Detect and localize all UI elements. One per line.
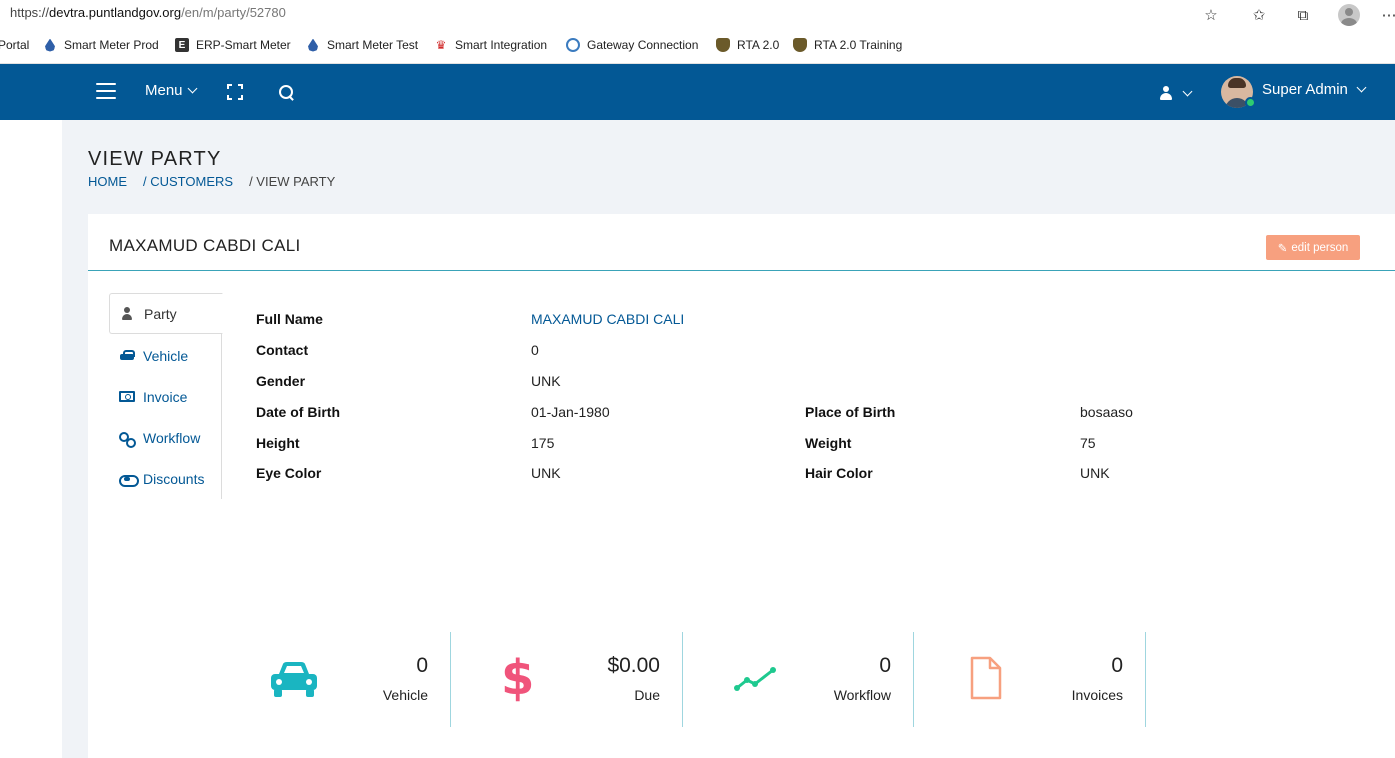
bookmark-smart-meter-prod[interactable]: Smart Meter Prod [43, 38, 159, 52]
bookmark-rta-2[interactable]: RTA 2.0 [716, 38, 779, 52]
car-icon [119, 349, 135, 363]
weight-value: 75 [1080, 435, 1096, 451]
menu-label: Menu [145, 82, 183, 99]
trend-icon [734, 667, 776, 691]
add-favorite-icon[interactable]: ☆ [1200, 4, 1222, 26]
bookmark-gateway-connection[interactable]: Gateway Connection [566, 38, 698, 52]
stat-due: $ $0.00 Due [451, 632, 683, 727]
gateway-icon [566, 38, 580, 52]
dollar-icon: $ [501, 650, 535, 706]
eye-color-label: Eye Color [256, 465, 322, 481]
pob-value: bosaaso [1080, 404, 1133, 420]
contact-value: 0 [531, 342, 539, 358]
hair-color-label: Hair Color [805, 465, 873, 481]
user-menu-button[interactable] [1160, 84, 1202, 102]
e-icon: E [175, 38, 189, 52]
contact-label: Contact [256, 342, 309, 358]
weight-label: Weight [805, 435, 852, 451]
height-label: Height [256, 435, 300, 451]
stat-invoices-value: 0 [1111, 654, 1123, 677]
stat-vehicle: 0 Vehicle [219, 632, 451, 727]
url-path: /en/m/party/52780 [181, 5, 286, 20]
gender-label: Gender [256, 373, 306, 389]
stat-workflow-label: Workflow [833, 687, 891, 703]
fullscreen-icon[interactable] [227, 84, 243, 100]
tab-discounts[interactable]: Discounts [109, 458, 222, 499]
eye-color-value: UNK [531, 465, 561, 481]
breadcrumb: HOME / CUSTOMERS / VIEW PARTY [88, 174, 335, 189]
bookmarks-bar: Portal Smart Meter Prod E ERP-Smart Mete… [0, 30, 1395, 64]
crest-icon [793, 38, 807, 52]
bookmark-smart-meter-test[interactable]: Smart Meter Test [306, 38, 418, 52]
browser-address-bar[interactable]: https://devtra.puntlandgov.org/en/m/part… [0, 0, 1395, 30]
drop-icon [43, 38, 57, 52]
tab-invoice[interactable]: Invoice [109, 376, 222, 417]
divider [88, 270, 1395, 271]
party-card: MAXAMUD CABDI CALI ✎ edit person Party V… [88, 214, 1395, 758]
search-icon[interactable] [279, 85, 294, 100]
bookmark-erp-smart-meter[interactable]: E ERP-Smart Meter [175, 38, 291, 52]
breadcrumb-customers[interactable]: / CUSTOMERS [143, 174, 233, 189]
chevron-down-icon [1356, 82, 1367, 93]
collections-icon[interactable]: ⧉ [1292, 4, 1314, 26]
stat-invoices-label: Invoices [1071, 687, 1123, 703]
url-text[interactable]: https://devtra.puntlandgov.org/en/m/part… [10, 5, 286, 20]
app-header: Menu Super Admin [0, 64, 1395, 120]
user-icon [120, 306, 136, 321]
bookmark-smart-integration[interactable]: ♛ Smart Integration [434, 38, 547, 52]
more-icon[interactable]: ⋯ [1378, 4, 1395, 26]
handshake-icon [119, 472, 139, 487]
main-content: VIEW PARTY HOME / CUSTOMERS / VIEW PARTY… [62, 120, 1395, 758]
stat-due-label: Due [634, 687, 660, 703]
pob-label: Place of Birth [805, 404, 896, 420]
favorites-icon[interactable]: ✩ [1248, 4, 1270, 26]
chevron-down-icon [187, 83, 197, 94]
full-name-value: MAXAMUD CABDI CALI [531, 311, 685, 327]
profile-icon[interactable] [1338, 4, 1360, 26]
party-tabs: Party Vehicle Invoice Workflow Discounts [109, 293, 223, 499]
url-scheme: https:// [10, 5, 50, 20]
tab-vehicle[interactable]: Vehicle [109, 335, 222, 376]
online-status-icon [1245, 97, 1256, 108]
edit-person-button[interactable]: ✎ edit person [1266, 235, 1360, 260]
car-icon [271, 662, 317, 697]
user-icon [1160, 86, 1172, 100]
height-value: 175 [531, 435, 555, 451]
gender-value: UNK [531, 373, 561, 389]
stat-vehicle-label: Vehicle [382, 687, 428, 703]
pencil-icon: ✎ [1277, 242, 1288, 255]
stat-workflow-value: 0 [879, 654, 891, 677]
hamburger-icon[interactable] [96, 83, 116, 99]
dob-label: Date of Birth [256, 404, 340, 420]
party-name-title: MAXAMUD CABDI CALI [109, 236, 301, 255]
admin-profile-dropdown[interactable]: Super Admin [1262, 81, 1367, 98]
hair-color-value: UNK [1080, 465, 1110, 481]
bookmark-portal[interactable]: Portal [0, 38, 29, 52]
tab-workflow[interactable]: Workflow [109, 417, 222, 458]
red-crown-icon: ♛ [435, 38, 447, 52]
chevron-down-icon [1182, 86, 1193, 96]
url-host: devtra.puntlandgov.org [49, 5, 182, 20]
drop-icon [306, 38, 320, 52]
bookmark-rta-2-training[interactable]: RTA 2.0 Training [793, 38, 902, 52]
sidebar-collapsed [0, 120, 62, 758]
workflow-icon [119, 431, 136, 448]
file-icon [970, 656, 1002, 700]
admin-name: Super Admin [1262, 81, 1348, 98]
page-title: VIEW PARTY [88, 148, 222, 170]
breadcrumb-home[interactable]: HOME [88, 174, 127, 189]
stat-vehicle-value: 0 [416, 654, 428, 677]
stat-due-value: $0.00 [607, 654, 660, 677]
breadcrumb-view-party: / VIEW PARTY [249, 174, 336, 189]
full-name-label: Full Name [256, 311, 323, 327]
dob-value: 01-Jan-1980 [531, 404, 610, 420]
crest-icon [716, 38, 730, 52]
money-icon [119, 391, 135, 402]
tab-party[interactable]: Party [109, 293, 223, 334]
stat-workflow: 0 Workflow [683, 632, 914, 727]
stat-invoices: 0 Invoices [914, 632, 1146, 727]
menu-dropdown[interactable]: Menu [145, 82, 197, 99]
